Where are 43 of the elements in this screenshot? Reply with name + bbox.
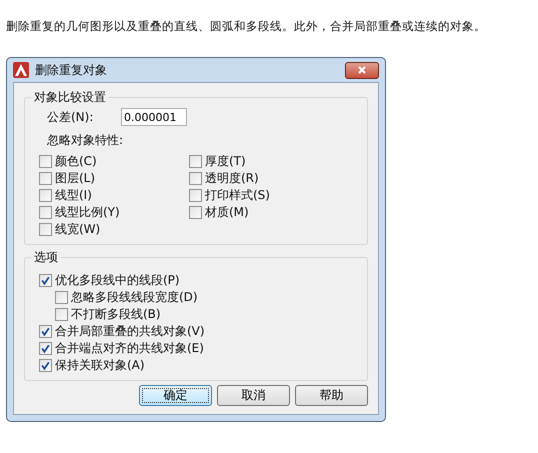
checkbox[interactable] (189, 189, 202, 202)
dialog-button[interactable]: 取消 (217, 385, 290, 406)
checkbox[interactable] (189, 172, 202, 185)
dialog-button[interactable]: 帮助 (295, 385, 368, 406)
checkbox[interactable] (39, 155, 52, 168)
checkbox-label: 优化多段线中的线段(P) (55, 272, 180, 289)
checkbox[interactable] (189, 155, 202, 168)
checkbox-label: 透明度(R) (205, 170, 259, 187)
checkbox[interactable] (39, 223, 52, 236)
group-title: 对象比较设置 (33, 89, 107, 106)
checkbox[interactable] (39, 172, 52, 185)
triangle-logo-icon (13, 62, 29, 78)
window-title: 删除重复对象 (35, 62, 108, 78)
close-icon (357, 65, 367, 75)
checkbox-label: 线宽(W) (55, 221, 100, 238)
checkbox-label: 不打断多段线(B) (71, 306, 161, 323)
checkbox[interactable] (39, 189, 52, 202)
checkbox-label: 忽略多段线线段宽度(D) (71, 289, 198, 306)
checkbox-label: 线型(I) (55, 187, 92, 204)
tolerance-label: 公差(N): (47, 108, 94, 126)
tolerance-field[interactable]: 0.000001 (121, 108, 187, 126)
checkbox[interactable] (189, 206, 202, 219)
checkbox-label: 厚度(T) (205, 153, 246, 170)
checkbox-label: 保持关联对象(A) (55, 357, 145, 374)
checkbox[interactable] (39, 359, 52, 372)
group-title: 选项 (33, 249, 59, 266)
close-button[interactable] (345, 62, 379, 78)
checkbox[interactable] (55, 308, 68, 321)
checkbox-label: 合并端点对齐的共线对象(E) (55, 340, 204, 357)
checkbox-label: 材质(M) (205, 204, 249, 221)
ignore-label: 忽略对象特性: (46, 132, 124, 149)
checkbox-label: 线型比例(Y) (55, 204, 120, 221)
checkbox[interactable] (39, 206, 52, 219)
dialog-button[interactable]: 确定 (139, 385, 212, 406)
checkbox-label: 打印样式(S) (205, 187, 270, 204)
checkbox[interactable] (39, 325, 52, 338)
intro-text: 删除重复的几何图形以及重叠的直线、圆弧和多段线。此外，合并局部重叠或连续的对象。 (5, 18, 487, 35)
checkbox-label: 图层(L) (55, 170, 96, 187)
checkbox-label: 合并局部重叠的共线对象(V) (55, 323, 205, 340)
checkbox[interactable] (39, 342, 52, 355)
checkbox[interactable] (55, 291, 68, 304)
checkbox[interactable] (39, 274, 52, 287)
checkbox-label: 颜色(C) (55, 153, 97, 170)
